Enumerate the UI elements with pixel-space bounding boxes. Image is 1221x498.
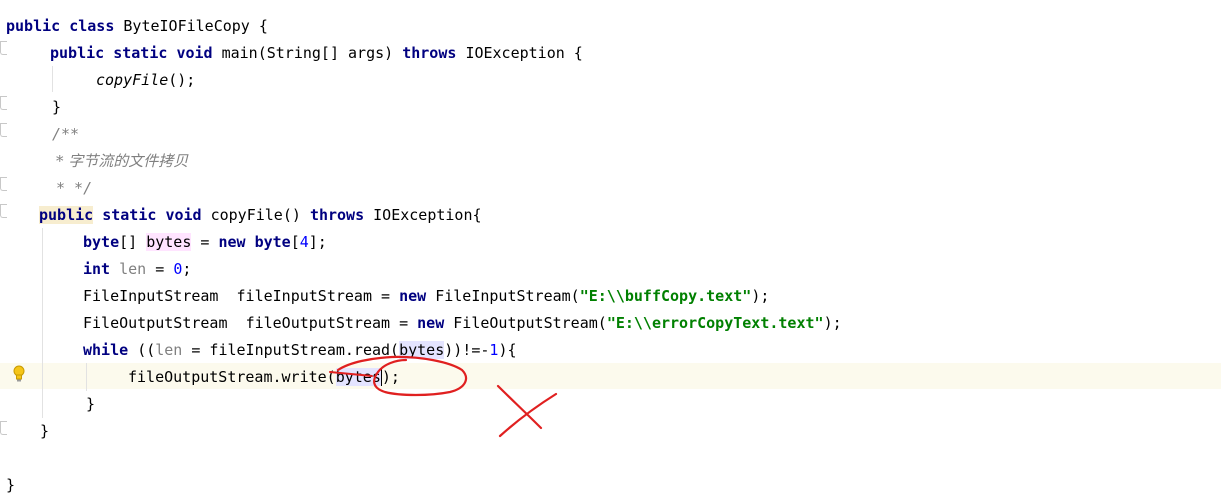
code-editor[interactable]: public class ByteIOFileCopy { public sta… — [0, 0, 1221, 494]
class-name: ByteIOFileCopy — [123, 17, 250, 35]
code-line-6[interactable]: * 字节流的文件拷贝 — [56, 148, 188, 174]
exception-type: IOException{ — [373, 206, 482, 224]
write-call: fileOutputStream.write( — [128, 368, 336, 386]
variable-decl: fileInputStream = — [236, 287, 391, 305]
code-line-14[interactable]: fileOutputStream.write(bytes); — [128, 364, 400, 390]
keyword: throws — [309, 206, 365, 224]
keyword: new — [218, 233, 246, 251]
parens: (( — [137, 341, 156, 359]
fold-marker-icon[interactable] — [0, 177, 7, 191]
method-signature: copyFile() — [210, 206, 301, 224]
brackets: [] — [119, 233, 138, 251]
fold-marker-icon[interactable] — [0, 421, 7, 435]
variable-bytes-usage: bytes — [399, 341, 445, 359]
fold-marker-icon[interactable] — [0, 96, 7, 110]
operator: = — [200, 233, 210, 251]
variable-bytes-usage: bytes — [335, 368, 381, 386]
call-end: ); — [751, 287, 770, 305]
number-literal: 0 — [173, 260, 183, 278]
keyword: byte — [83, 233, 120, 251]
string-literal: "E:\\buffCopy.text" — [579, 287, 752, 305]
keyword: static — [113, 44, 168, 62]
variable-len: len — [155, 341, 183, 359]
code-line-17[interactable]: } — [6, 472, 15, 498]
read-call: = fileInputStream.read( — [191, 341, 400, 359]
keyword: static — [102, 206, 157, 224]
code-line-12[interactable]: FileOutputStream fileOutputStream = new … — [83, 310, 842, 336]
brace: } — [6, 476, 16, 494]
indent-guide — [52, 66, 53, 92]
variable-bytes: bytes — [146, 233, 192, 251]
keyword: int — [83, 260, 111, 278]
keyword: public — [6, 17, 61, 35]
annotation-cross-stroke-2 — [498, 392, 558, 438]
constructor-call: FileInputStream( — [435, 287, 580, 305]
keyword: new — [399, 287, 427, 305]
code-line-8[interactable]: public static void copyFile() throws IOE… — [39, 202, 482, 228]
code-line-3[interactable]: copyFile(); — [96, 67, 195, 93]
call-parens: (); — [168, 71, 196, 89]
bracket: ]; — [308, 233, 327, 251]
constructor-call: FileOutputStream( — [453, 314, 607, 332]
keyword: throws — [402, 44, 457, 62]
type-name: FileInputStream — [83, 287, 219, 305]
operator: = — [155, 260, 165, 278]
code-line-11[interactable]: FileInputStream fileInputStream = new Fi… — [83, 283, 769, 309]
brace: } — [52, 98, 62, 116]
fold-marker-icon[interactable] — [0, 123, 7, 137]
code-line-13[interactable]: while ((len = fileInputStream.read(bytes… — [83, 337, 517, 363]
exception-type: IOException { — [465, 44, 583, 62]
method-signature: main(String[] args) — [221, 44, 394, 62]
keyword: void — [176, 44, 213, 62]
keyword: byte — [254, 233, 291, 251]
number-literal: 4 — [299, 233, 309, 251]
keyword: new — [417, 314, 445, 332]
doc-comment: * 字节流的文件拷贝 — [56, 152, 189, 170]
code-line-2[interactable]: public static void main(String[] args) t… — [50, 40, 583, 66]
code-line-4[interactable]: } — [52, 94, 61, 120]
comparison: ))!=- — [444, 341, 490, 359]
fold-marker-icon[interactable] — [0, 41, 7, 55]
code-line-9[interactable]: byte[] bytes = new byte[4]; — [83, 229, 327, 255]
static-method-call: copyFile — [96, 71, 169, 89]
code-line-16[interactable]: } — [40, 418, 49, 444]
block-open: ){ — [498, 341, 517, 359]
code-line-5[interactable]: /** — [52, 121, 79, 147]
variable-len: len — [119, 260, 147, 278]
doc-comment: /** — [52, 125, 80, 143]
variable-decl: fileOutputStream = — [245, 314, 409, 332]
keyword: public — [39, 206, 94, 224]
string-literal: "E:\\errorCopyText.text" — [606, 314, 824, 332]
call-end: ); — [381, 368, 400, 386]
bracket: [ — [290, 233, 300, 251]
type-name: FileOutputStream — [83, 314, 228, 332]
brace: { — [258, 17, 268, 35]
lightbulb-icon[interactable] — [12, 365, 26, 383]
brace: } — [86, 395, 96, 413]
code-line-10[interactable]: int len = 0; — [83, 256, 191, 282]
code-line-1[interactable]: public class ByteIOFileCopy { — [6, 13, 268, 39]
annotation-cross-stroke-1 — [496, 384, 543, 430]
keyword: while — [83, 341, 129, 359]
semicolon: ; — [182, 260, 192, 278]
keyword: public — [50, 44, 105, 62]
code-line-7[interactable]: * */ — [56, 175, 92, 201]
keyword: void — [165, 206, 202, 224]
doc-comment: * */ — [56, 179, 93, 197]
indent-guide — [42, 228, 43, 418]
code-line-15[interactable]: } — [86, 391, 95, 417]
keyword: class — [69, 17, 115, 35]
call-end: ); — [823, 314, 842, 332]
indent-guide — [86, 363, 87, 391]
brace: } — [40, 422, 50, 440]
fold-marker-icon[interactable] — [0, 204, 7, 218]
